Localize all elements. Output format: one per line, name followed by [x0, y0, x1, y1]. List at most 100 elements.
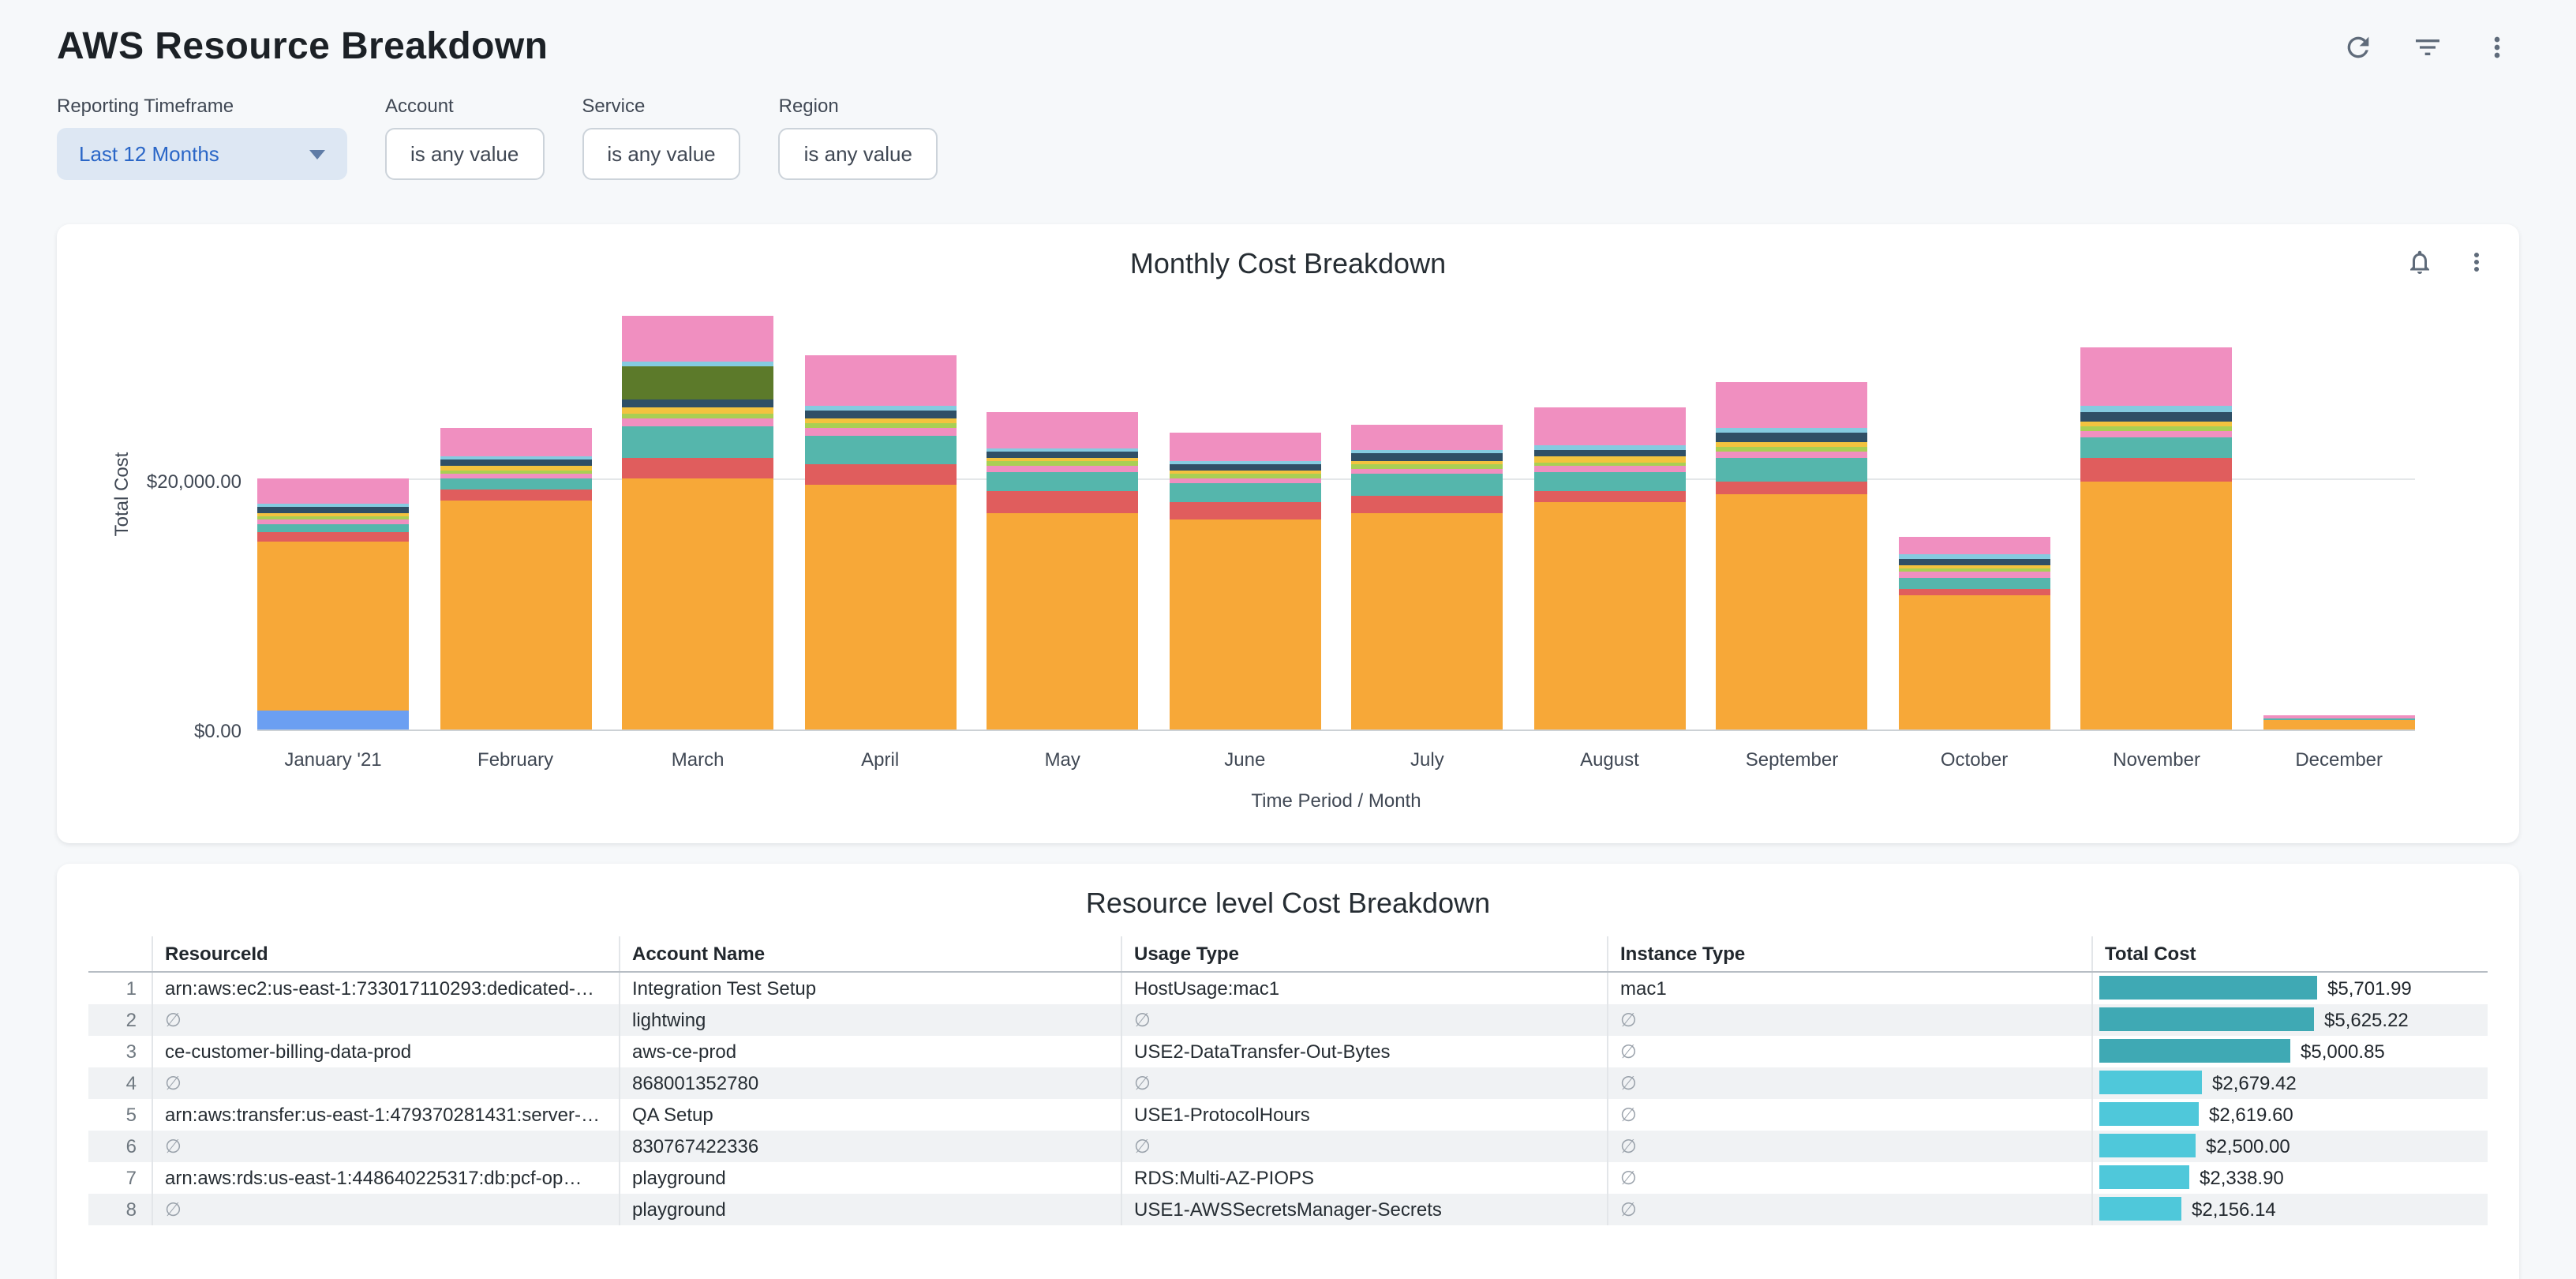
- table-row[interactable]: 7arn:aws:rds:us-east-1:448640225317:db:p…: [88, 1161, 2488, 1193]
- alert-bell-icon[interactable]: [2402, 245, 2437, 279]
- bar-segment-segment-teal[interactable]: [440, 478, 591, 489]
- filter-value-reporting-timeframe[interactable]: Last 12 Months: [57, 128, 347, 180]
- bar-february[interactable]: [440, 427, 591, 730]
- bar-segment-segment-amber[interactable]: [1533, 502, 1685, 730]
- bar-segment-segment-teal[interactable]: [1899, 577, 2050, 588]
- bar-march[interactable]: [622, 316, 773, 730]
- bar-segment-segment-red[interactable]: [1351, 495, 1503, 512]
- bar-november[interactable]: [2081, 347, 2233, 730]
- bar-segment-segment-pink-top[interactable]: [1351, 424, 1503, 450]
- bar-segment-segment-navy[interactable]: [1899, 559, 2050, 565]
- bar-january-21[interactable]: [257, 478, 409, 730]
- bar-april[interactable]: [804, 356, 956, 730]
- filter-value-service[interactable]: is any value: [582, 128, 740, 180]
- table-row[interactable]: 8∅playgroundUSE1-AWSSecretsManager-Secre…: [88, 1193, 2488, 1225]
- bar-segment-segment-lightgreen[interactable]: [622, 414, 773, 419]
- bar-august[interactable]: [1533, 408, 1685, 730]
- filter-value-region[interactable]: is any value: [779, 128, 938, 180]
- bar-segment-segment-amber[interactable]: [1717, 493, 1868, 730]
- bar-july[interactable]: [1351, 424, 1503, 730]
- bar-segment-segment-red[interactable]: [1169, 502, 1320, 519]
- bar-segment-segment-pink-top[interactable]: [2081, 347, 2233, 407]
- bar-segment-segment-red[interactable]: [1899, 589, 2050, 596]
- bar-segment-segment-pink-top[interactable]: [987, 413, 1138, 448]
- bar-segment-segment-teal[interactable]: [1351, 474, 1503, 495]
- more-menu-icon[interactable]: [2478, 28, 2516, 66]
- table-row[interactable]: 3ce-customer-billing-data-prodaws-ce-pro…: [88, 1035, 2488, 1067]
- table-header-resourceid[interactable]: ResourceId: [152, 936, 619, 972]
- table-row[interactable]: 1arn:aws:ec2:us-east-1:733017110293:dedi…: [88, 972, 2488, 1003]
- bar-segment-segment-pink-thin[interactable]: [1351, 468, 1503, 474]
- bar-segment-segment-blue[interactable]: [257, 711, 409, 730]
- table-header-account-name[interactable]: Account Name: [619, 936, 1121, 972]
- bar-segment-segment-pink-top[interactable]: [440, 427, 591, 456]
- bar-segment-segment-red[interactable]: [1717, 482, 1868, 494]
- bar-october[interactable]: [1899, 536, 2050, 730]
- bar-june[interactable]: [1169, 433, 1320, 730]
- chart-more-menu-icon[interactable]: [2459, 245, 2494, 279]
- bar-segment-segment-red[interactable]: [987, 491, 1138, 512]
- bar-segment-segment-teal[interactable]: [257, 523, 409, 532]
- bar-segment-segment-amber[interactable]: [987, 512, 1138, 730]
- bar-segment-segment-red[interactable]: [622, 458, 773, 479]
- bar-segment-segment-teal[interactable]: [622, 426, 773, 458]
- bar-segment-segment-navy[interactable]: [1717, 433, 1868, 441]
- table-row[interactable]: 6∅830767422336∅∅$2,500.00: [88, 1130, 2488, 1161]
- bar-segment-segment-navy[interactable]: [622, 399, 773, 407]
- table-row[interactable]: 4∅868001352780∅∅$2,679.42: [88, 1067, 2488, 1098]
- bar-segment-segment-red[interactable]: [2081, 458, 2233, 482]
- bar-segment-segment-pink-thin[interactable]: [804, 429, 956, 436]
- bar-segment-segment-olive[interactable]: [622, 366, 773, 399]
- bar-segment-segment-pink-top[interactable]: [1169, 433, 1320, 461]
- bar-segment-segment-pink-top[interactable]: [804, 356, 956, 406]
- bar-segment-segment-navy[interactable]: [987, 452, 1138, 458]
- bar-segment-segment-amber[interactable]: [1351, 512, 1503, 730]
- bar-segment-segment-pink-thin[interactable]: [622, 419, 773, 426]
- bar-segment-segment-amber[interactable]: [440, 501, 591, 730]
- bar-segment-segment-teal[interactable]: [1717, 458, 1868, 482]
- bar-may[interactable]: [987, 413, 1138, 730]
- bar-segment-segment-teal[interactable]: [987, 471, 1138, 491]
- bar-segment-segment-cyan[interactable]: [622, 361, 773, 366]
- bar-segment-segment-pink-top[interactable]: [1533, 408, 1685, 445]
- bar-segment-segment-pink-thin[interactable]: [1169, 478, 1320, 484]
- bar-segment-segment-teal[interactable]: [804, 435, 956, 463]
- bar-segment-segment-pink-thin[interactable]: [1717, 452, 1868, 458]
- bar-segment-segment-amber[interactable]: [257, 541, 409, 711]
- bar-segment-segment-amber[interactable]: [2263, 721, 2415, 730]
- bar-segment-segment-red[interactable]: [804, 464, 956, 486]
- bar-segment-segment-red[interactable]: [257, 532, 409, 541]
- bar-segment-segment-amber[interactable]: [2081, 482, 2233, 730]
- filter-icon[interactable]: [2409, 28, 2447, 66]
- filter-value-account[interactable]: is any value: [385, 128, 544, 180]
- bar-segment-segment-pink-top[interactable]: [1717, 381, 1868, 427]
- bar-segment-segment-pink-thin[interactable]: [1533, 467, 1685, 473]
- table-row[interactable]: 2∅lightwing∅∅$5,625.22: [88, 1003, 2488, 1035]
- bar-segment-segment-amber[interactable]: [804, 485, 956, 730]
- bar-segment-segment-teal[interactable]: [1169, 484, 1320, 503]
- bar-segment-segment-red[interactable]: [440, 490, 591, 501]
- table-header-usage-type[interactable]: Usage Type: [1121, 936, 1607, 972]
- table-header-instance-type[interactable]: Instance Type: [1607, 936, 2091, 972]
- bar-segment-segment-pink-top[interactable]: [257, 478, 409, 504]
- bar-segment-segment-amber[interactable]: [1169, 519, 1320, 730]
- bar-segment-segment-navy[interactable]: [1351, 454, 1503, 461]
- refresh-icon[interactable]: [2339, 28, 2377, 66]
- bar-segment-segment-pink-thin[interactable]: [987, 465, 1138, 471]
- bar-segment-segment-teal[interactable]: [2081, 437, 2233, 457]
- bar-segment-segment-navy[interactable]: [1533, 449, 1685, 456]
- table-row[interactable]: 5arn:aws:transfer:us-east-1:479370281431…: [88, 1098, 2488, 1130]
- bar-segment-segment-pink-top[interactable]: [622, 316, 773, 361]
- bar-december[interactable]: [2263, 716, 2415, 730]
- bar-segment-segment-navy[interactable]: [2081, 411, 2233, 422]
- bar-segment-segment-pink-thin[interactable]: [2081, 431, 2233, 437]
- table-header-total-cost[interactable]: Total Cost: [2091, 936, 2488, 972]
- bar-september[interactable]: [1717, 381, 1868, 730]
- bar-segment-segment-teal[interactable]: [1533, 473, 1685, 492]
- bar-segment-segment-pink-top[interactable]: [1899, 536, 2050, 555]
- bar-segment-segment-navy[interactable]: [440, 459, 591, 466]
- bar-segment-segment-yellow[interactable]: [622, 407, 773, 413]
- bar-segment-segment-navy[interactable]: [804, 411, 956, 418]
- bar-segment-segment-navy[interactable]: [1169, 464, 1320, 471]
- bar-segment-segment-amber[interactable]: [622, 478, 773, 730]
